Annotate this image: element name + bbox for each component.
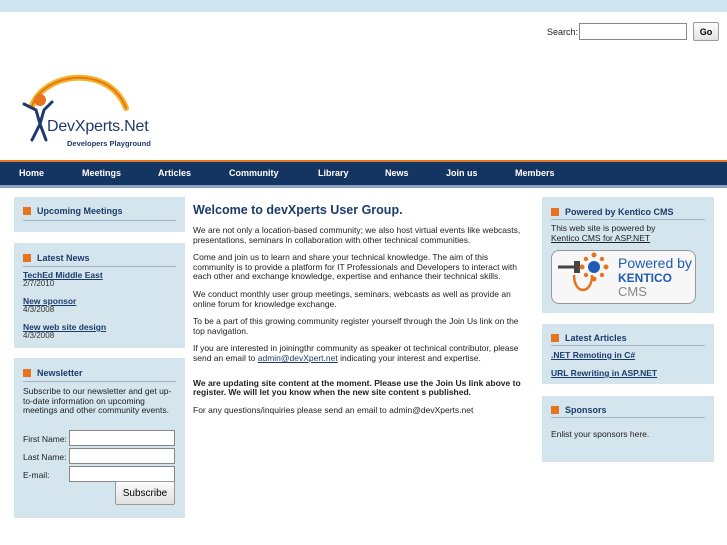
search-input[interactable]	[579, 23, 687, 40]
nav-join-us[interactable]: Join us	[446, 168, 478, 178]
nav-news[interactable]: News	[385, 168, 409, 178]
sponsors-box: Sponsors Enlist your sponsors here.	[542, 396, 714, 462]
upcoming-meetings-box: Upcoming Meetings	[14, 197, 185, 232]
latest-articles-box: Latest Articles .NET Remoting in C# URL …	[542, 324, 714, 384]
latest-news-title: Latest News	[37, 253, 90, 263]
divider	[23, 266, 176, 267]
aim-paragraph: Come and join us to learn and share your…	[193, 252, 517, 282]
contributor-paragraph: If you are interested in joiningthr comm…	[193, 344, 528, 363]
main-content: Welcome to devXperts User Group. We are …	[193, 203, 528, 423]
bullet-square-icon	[551, 334, 559, 342]
first-name-field[interactable]	[69, 430, 175, 446]
latest-articles-title: Latest Articles	[565, 333, 627, 343]
bullet-square-icon	[23, 207, 31, 215]
bullet-square-icon	[23, 254, 31, 262]
newsletter-text: Subscribe to our newsletter and get up-t…	[23, 386, 172, 415]
contributor-text-end: indicating your interest and expertise.	[337, 352, 481, 363]
last-name-label: Last Name:	[23, 452, 67, 462]
kentico-link[interactable]: Kentico CMS for ASP.NET	[551, 233, 650, 243]
nav-community[interactable]: Community	[229, 168, 279, 178]
newsletter-title: Newsletter	[37, 368, 83, 378]
admin-email-link[interactable]: admin@devXpert.net	[258, 353, 338, 363]
latest-news-box: Latest News TechEd Middle East 2/7/2010 …	[14, 243, 185, 348]
powered-by-kentico-badge[interactable]: Powered by KENTICO CMS	[551, 250, 696, 304]
meetings-paragraph: We conduct monthly user group meetings, …	[193, 288, 511, 309]
search-bar: Search: Go	[547, 22, 719, 41]
email-label: E-mail:	[23, 470, 50, 480]
kentico-title: Powered by Kentico CMS	[565, 207, 674, 217]
divider	[23, 381, 176, 382]
divider	[23, 220, 176, 221]
badge-powered-text: Powered by	[618, 255, 692, 271]
bullet-square-icon	[551, 208, 559, 216]
intro-paragraph: We are not only a location-based communi…	[193, 225, 521, 245]
logo-title: DevXperts.Net	[47, 118, 149, 135]
sponsors-text: Enlist your sponsors here.	[551, 429, 650, 439]
nav-library[interactable]: Library	[318, 168, 349, 178]
divider	[551, 219, 705, 220]
top-bar	[0, 0, 727, 12]
badge-cms-text: CMS	[618, 284, 647, 299]
article-link[interactable]: URL Rewriting in ASP.NET	[551, 368, 657, 378]
nav-meetings[interactable]: Meetings	[82, 168, 121, 178]
subscribe-button[interactable]: Subscribe	[115, 481, 175, 505]
nav-articles[interactable]: Articles	[158, 168, 191, 178]
article-link[interactable]: .NET Remoting in C#	[551, 350, 635, 360]
last-name-field[interactable]	[69, 448, 175, 464]
email-field[interactable]	[69, 466, 175, 482]
nav-divider	[0, 185, 727, 188]
kentico-box: Powered by Kentico CMS This web site is …	[542, 197, 714, 313]
sponsors-title: Sponsors	[565, 405, 607, 415]
divider	[551, 345, 705, 346]
divider	[551, 417, 705, 418]
page-title: Welcome to devXperts User Group.	[193, 203, 403, 217]
upcoming-meetings-title: Upcoming Meetings	[37, 206, 123, 216]
news-date: 2/7/2010	[23, 279, 55, 288]
nav-members[interactable]: Members	[515, 168, 555, 178]
nav-home[interactable]: Home	[19, 168, 44, 178]
site-logo[interactable]: DevXperts.Net Developers Playground	[14, 66, 164, 152]
search-label: Search:	[546, 26, 578, 37]
newsletter-box: Newsletter Subscribe to our newsletter a…	[14, 358, 185, 518]
bullet-square-icon	[23, 369, 31, 377]
kentico-plug-icon	[558, 252, 609, 292]
first-name-label: First Name:	[23, 434, 67, 444]
contact-paragraph: For any questions/inquiries please send …	[193, 404, 474, 415]
join-paragraph: To be a part of this growing community r…	[193, 316, 519, 336]
search-go-button[interactable]: Go	[693, 22, 719, 41]
main-navigation: Home Meetings Articles Community Library…	[0, 160, 727, 185]
bullet-square-icon	[551, 406, 559, 414]
badge-brand-text: KENTICO	[618, 271, 672, 285]
logo-subtitle: Developers Playground	[67, 139, 151, 148]
update-notice: We are updating site content at the mome…	[193, 377, 521, 398]
news-date: 4/3/2008	[23, 331, 55, 340]
news-date: 4/3/2008	[23, 305, 55, 314]
